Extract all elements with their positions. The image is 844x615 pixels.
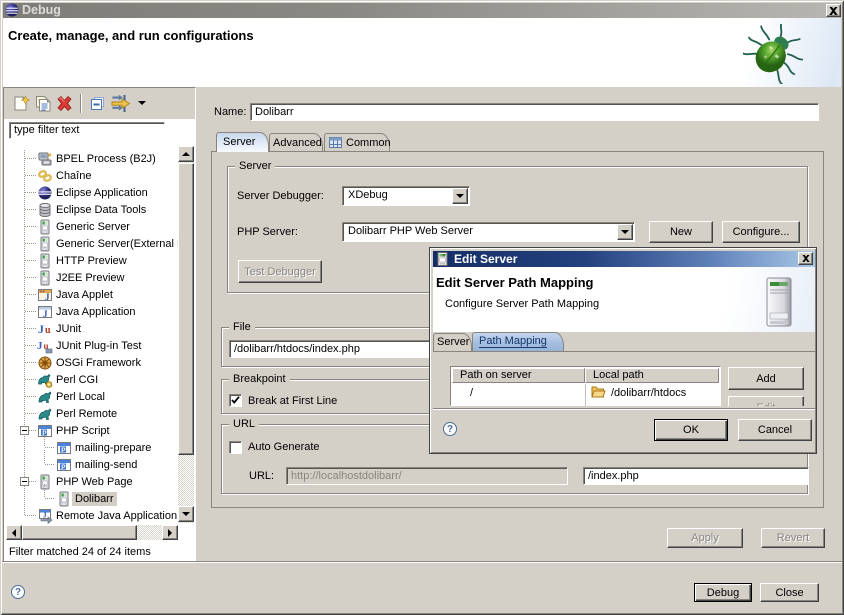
svg-text:J: J	[38, 322, 44, 336]
svg-text:J: J	[37, 340, 43, 352]
svg-text:P: P	[61, 463, 66, 470]
svg-text:u: u	[45, 325, 51, 336]
svg-text:J: J	[43, 511, 47, 519]
svg-text:P: P	[61, 446, 66, 453]
svg-text:J: J	[45, 292, 50, 302]
svg-text:J: J	[43, 309, 48, 319]
